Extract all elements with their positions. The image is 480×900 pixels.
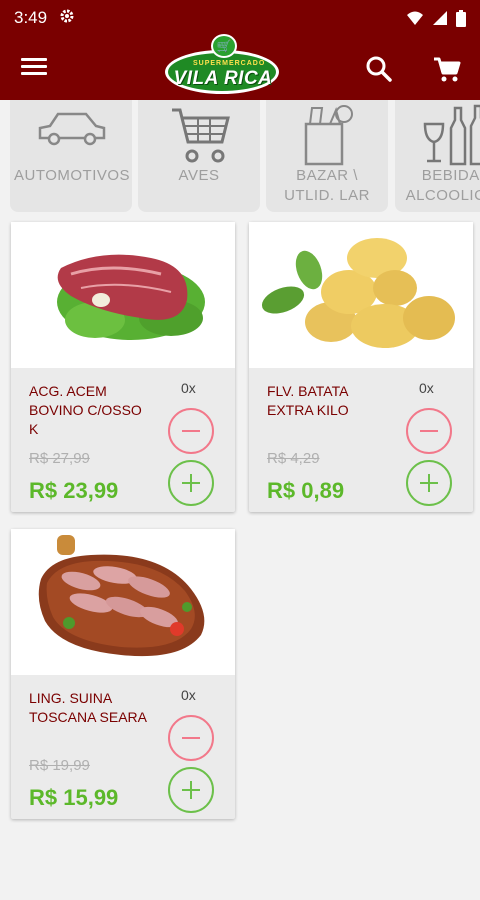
decrease-qty-button[interactable]: [168, 715, 214, 761]
logo-name: VILA RICA: [173, 68, 273, 89]
wine-bottle-icon: [423, 104, 480, 166]
increase-qty-button[interactable]: [168, 460, 214, 506]
product-card[interactable]: ACG. ACEM BOVINO C/OSSO K 0x R$ 27,99 R$…: [11, 222, 235, 512]
status-time: 3:49: [14, 8, 48, 27]
product-price: R$ 23,99: [29, 478, 119, 503]
grocery-bag-icon: [304, 105, 353, 166]
product-qty: 0x: [419, 380, 434, 396]
category-strip[interactable]: AUTOMOTIVOS AVES BAZAR \ UTLID. LAR BEBI…: [0, 100, 480, 216]
gear-icon: [59, 8, 75, 29]
category-label: AVES: [178, 167, 220, 184]
status-bar: 3:49: [0, 0, 480, 36]
sausage-image[interactable]: [11, 529, 235, 675]
category-aves[interactable]: AVES: [138, 100, 260, 212]
beef-image[interactable]: [11, 222, 235, 368]
cart-icon[interactable]: [430, 52, 464, 86]
product-old-price: R$ 27,99: [29, 450, 90, 467]
increase-qty-button[interactable]: [168, 767, 214, 813]
product-qty: 0x: [181, 380, 196, 396]
product-card[interactable]: FLV. BATATA EXTRA KILO 0x R$ 4,29 R$ 0,8…: [249, 222, 473, 512]
category-label: AUTOMOTIVOS: [14, 167, 131, 184]
category-bebidas[interactable]: BEBIDAS ALCOOLICAS: [395, 100, 480, 212]
product-card[interactable]: LING. SUINA TOSCANA SEARA 0x R$ 19,99 R$…: [11, 529, 235, 819]
product-old-price: R$ 19,99: [29, 757, 90, 774]
category-label: BAZAR \ UTLID. LAR: [284, 167, 370, 204]
product-price: R$ 15,99: [29, 785, 119, 810]
product-name: FLV. BATATA EXTRA KILO: [267, 383, 349, 418]
product-qty: 0x: [181, 687, 196, 703]
car-icon: [38, 112, 106, 146]
decrease-qty-button[interactable]: [168, 408, 214, 454]
logo-cart-icon: 🛒: [211, 34, 237, 58]
menu-icon[interactable]: [18, 54, 50, 82]
category-bazar[interactable]: BAZAR \ UTLID. LAR: [266, 100, 388, 212]
product-price: R$ 0,89: [267, 478, 345, 503]
potato-image[interactable]: [249, 222, 473, 368]
logo-subtitle: SUPERMERCADO: [193, 60, 266, 67]
search-icon[interactable]: [362, 52, 396, 86]
app-bar: 🛒 SUPERMERCADO VILA RICA: [0, 34, 480, 100]
category-label: BEBIDAS ALCOOLICAS: [405, 167, 480, 204]
shopping-cart-icon: [172, 108, 230, 163]
store-logo[interactable]: 🛒 SUPERMERCADO VILA RICA: [163, 34, 283, 100]
product-name: LING. SUINA TOSCANA SEARA: [29, 690, 148, 725]
signal-icon: [433, 11, 447, 25]
category-automotivos[interactable]: AUTOMOTIVOS: [10, 100, 132, 212]
battery-icon: [456, 9, 466, 27]
decrease-qty-button[interactable]: [406, 408, 452, 454]
product-name: ACG. ACEM BOVINO C/OSSO K: [29, 383, 142, 437]
wifi-icon: [407, 11, 423, 25]
increase-qty-button[interactable]: [406, 460, 452, 506]
product-old-price: R$ 4,29: [267, 450, 320, 467]
